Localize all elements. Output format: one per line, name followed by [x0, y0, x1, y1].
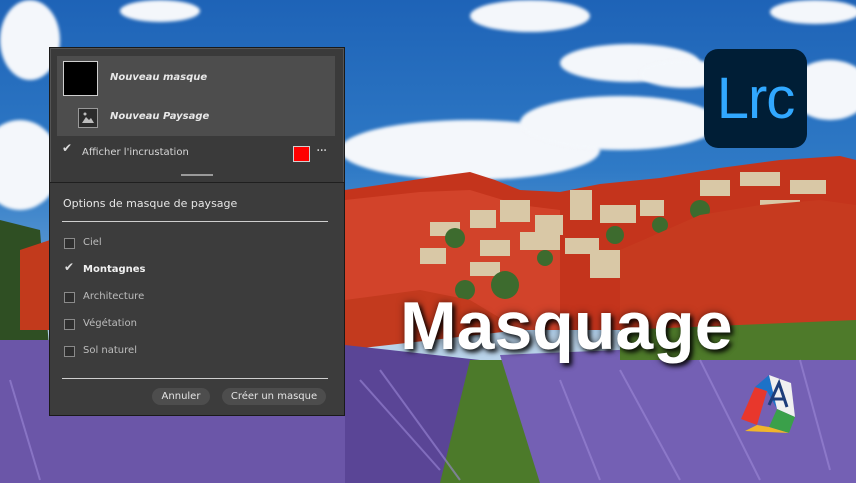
- option-label: Végétation: [83, 318, 137, 329]
- create-mask-button[interactable]: Créer un masque: [222, 388, 326, 405]
- mask-thumbnail[interactable]: [63, 61, 98, 96]
- architecture-checkbox[interactable]: [64, 292, 75, 303]
- lrc-logo-text: Lrc: [716, 65, 796, 131]
- site-logo-icon: [741, 375, 795, 433]
- headline-title: Masquage: [400, 288, 733, 364]
- masking-panel: Nouveau masque Nouveau Paysage ✔ Affiche…: [49, 47, 345, 416]
- option-label: Ciel: [83, 237, 102, 248]
- option-architecture[interactable]: Architecture: [64, 291, 264, 305]
- show-overlay-row: ✔ Afficher l'incrustation ···: [62, 142, 338, 162]
- option-label: Montagnes: [83, 264, 146, 275]
- vegetation-checkbox[interactable]: [64, 319, 75, 330]
- divider: [62, 221, 328, 222]
- resize-handle[interactable]: [181, 174, 213, 176]
- cancel-button[interactable]: Annuler: [152, 388, 210, 405]
- options-title: Options de masque de paysage: [63, 197, 238, 210]
- more-options-icon[interactable]: ···: [316, 143, 327, 159]
- checkmark-icon: ✔: [62, 141, 73, 155]
- option-sky[interactable]: Ciel: [64, 237, 264, 251]
- show-overlay-label: Afficher l'incrustation: [82, 147, 189, 158]
- landscape-mask-icon[interactable]: [78, 108, 98, 128]
- option-vegetation[interactable]: Végétation: [64, 318, 264, 332]
- checkmark-icon: ✔: [64, 260, 75, 274]
- natural-ground-checkbox[interactable]: [64, 346, 75, 357]
- option-label: Architecture: [83, 291, 145, 302]
- show-overlay-checkbox[interactable]: ✔: [62, 142, 73, 157]
- mask-name[interactable]: Nouveau masque: [110, 72, 207, 83]
- mountains-checkbox[interactable]: ✔: [64, 261, 75, 276]
- option-label: Sol naturel: [83, 345, 137, 356]
- option-mountains[interactable]: ✔ Montagnes: [64, 261, 264, 278]
- lightroom-classic-logo: Lrc: [704, 49, 807, 148]
- option-natural-ground[interactable]: Sol naturel: [64, 345, 264, 359]
- divider: [62, 378, 328, 379]
- overlay-color-swatch[interactable]: [293, 146, 310, 162]
- sub-mask-name[interactable]: Nouveau Paysage: [110, 111, 209, 122]
- sky-checkbox[interactable]: [64, 238, 75, 249]
- landscape-options-dialog: Options de masque de paysage Ciel ✔ Mont…: [50, 182, 344, 415]
- mask-list: Nouveau masque Nouveau Paysage: [57, 56, 335, 136]
